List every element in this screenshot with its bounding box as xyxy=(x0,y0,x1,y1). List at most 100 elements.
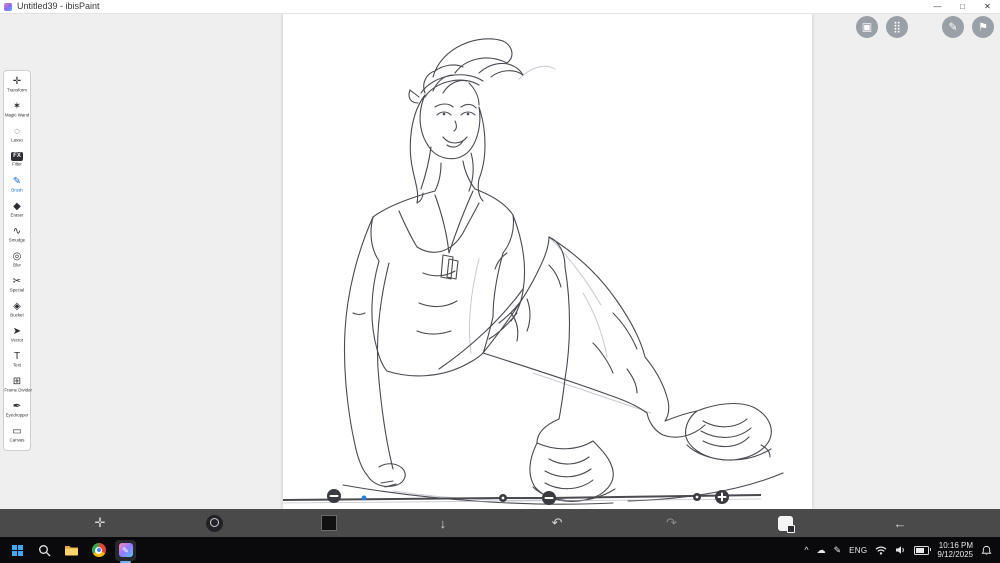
tool-label: Special xyxy=(9,287,25,293)
tool-filter[interactable]: FX Filter xyxy=(4,148,30,173)
tool-magic-wand[interactable]: ✶ Magic Wand xyxy=(4,98,30,123)
ruler-overlay xyxy=(283,489,762,505)
tool-smudge[interactable]: ∿ Smudge xyxy=(4,223,30,248)
color-flag-icon: ⚑ xyxy=(978,21,988,33)
ruler-handle-minus-left[interactable] xyxy=(327,489,341,503)
layers-button[interactable] xyxy=(772,509,800,537)
tool-canvas[interactable]: ▭ Canvas xyxy=(4,423,30,448)
move-tool-button[interactable]: ✛ xyxy=(86,509,114,537)
wifi-icon[interactable] xyxy=(875,545,887,555)
redo-button[interactable]: ↷ xyxy=(657,509,685,537)
active-indicator xyxy=(120,560,131,563)
tool-panel: ✛ Transform ✶ Magic Wand ◌ Lasso FX Filt… xyxy=(3,70,32,451)
windows-logo-icon xyxy=(12,544,23,556)
pen-icon: ✎ xyxy=(948,21,958,33)
tool-bucket[interactable]: ◈ Bucket xyxy=(4,298,30,323)
grid-button[interactable]: ⣿ xyxy=(886,16,908,38)
tool-label: Frame Divider xyxy=(4,387,32,393)
language-indicator[interactable]: ENG xyxy=(849,546,867,555)
tool-label: Text xyxy=(12,362,22,368)
pen-tray-icon[interactable]: ✎ xyxy=(834,545,842,555)
ruler-handle-plus[interactable] xyxy=(715,490,729,504)
tool-transform[interactable]: ✛ Transform xyxy=(4,73,30,98)
taskbar-search-button[interactable] xyxy=(34,540,55,561)
pen-settings-button[interactable]: ✎ xyxy=(942,16,964,38)
smudge-icon: ∿ xyxy=(12,226,22,237)
text-icon: T xyxy=(13,351,21,362)
touch-mode-button[interactable] xyxy=(200,509,228,537)
undo-icon: ↶ xyxy=(551,515,563,530)
vector-icon: ➤ xyxy=(12,326,22,337)
tool-eraser[interactable]: ◆ Eraser xyxy=(4,198,30,223)
back-button[interactable]: ← xyxy=(886,509,914,537)
volume-icon[interactable] xyxy=(895,545,906,555)
ibispaint-icon: ✎ xyxy=(118,543,133,557)
window-title: Untitled39 - ibisPaint xyxy=(17,1,100,11)
tool-label: Brush xyxy=(11,187,23,193)
material-icon: ▣ xyxy=(861,21,873,33)
bucket-icon: ◈ xyxy=(13,301,21,312)
brush-icon: ✎ xyxy=(12,176,22,187)
hidden-icons-chevron[interactable]: ^ xyxy=(804,545,808,555)
tool-text[interactable]: T Text xyxy=(4,348,30,373)
taskbar-app-ibispaint[interactable]: ✎ xyxy=(115,539,136,563)
close-button[interactable]: ✕ xyxy=(975,0,1000,13)
tool-label: Filter xyxy=(12,161,22,167)
ruler-handle-dot-right[interactable] xyxy=(693,493,701,501)
minimize-button[interactable]: — xyxy=(925,0,950,13)
search-icon xyxy=(39,544,51,556)
ibispaint-app-icon xyxy=(4,2,12,11)
material-button[interactable]: ▣ xyxy=(856,16,878,38)
eraser-icon: ◆ xyxy=(13,201,21,212)
bottom-toolbar: ✛ ↓ ↶ ↷ ← xyxy=(0,509,1000,537)
tool-frame-divider[interactable]: ⊞ Frame Divider xyxy=(4,373,32,398)
tool-brush[interactable]: ✎ Brush xyxy=(4,173,30,198)
move-icon: ✛ xyxy=(94,515,106,530)
tray-date: 9/12/2025 xyxy=(937,550,973,559)
blur-icon: ◎ xyxy=(12,251,22,262)
browser-button[interactable] xyxy=(88,540,109,561)
tool-special[interactable]: ✂ Special xyxy=(4,273,30,298)
onedrive-cloud-icon[interactable]: ☁ xyxy=(817,545,826,555)
battery-icon[interactable] xyxy=(914,545,932,555)
undo-button[interactable]: ↶ xyxy=(543,509,571,537)
tool-eyedropper[interactable]: ✒ Eyedropper xyxy=(4,398,30,423)
redo-icon: ↷ xyxy=(665,515,677,530)
ruler-point-blue[interactable] xyxy=(361,495,367,501)
canvas-icon: ▭ xyxy=(12,426,22,437)
frame-divider-icon: ⊞ xyxy=(12,376,22,387)
down-arrow-icon: ↓ xyxy=(439,515,447,531)
window-titlebar: Untitled39 - ibisPaint — □ ✕ xyxy=(0,0,1000,14)
back-arrow-icon: ← xyxy=(893,515,907,531)
tool-label: Vector xyxy=(10,337,24,343)
windows-taskbar: ✎ ^ ☁ ✎ ENG 10:16 PM 9/12/2025 xyxy=(0,537,1000,563)
tool-label: Smudge xyxy=(8,237,26,243)
tool-label: Blur xyxy=(13,262,21,268)
notification-bell-icon[interactable] xyxy=(981,545,992,556)
tool-label: Canvas xyxy=(9,437,25,443)
file-explorer-button[interactable] xyxy=(61,540,82,561)
tool-blur[interactable]: ◎ Blur xyxy=(4,248,30,273)
drawing-canvas[interactable] xyxy=(283,13,812,509)
taskbar-clock[interactable]: 10:16 PM 9/12/2025 xyxy=(937,541,973,559)
tray-time: 10:16 PM xyxy=(938,541,973,550)
ruler-handle-minus-right[interactable] xyxy=(542,491,556,505)
tool-vector[interactable]: ➤ Vector xyxy=(4,323,30,348)
maximize-button[interactable]: □ xyxy=(950,0,975,13)
filter-icon: FX xyxy=(11,152,23,161)
system-tray: ^ ☁ ✎ ENG 10:16 PM 9/12/2025 xyxy=(804,541,992,559)
lasso-icon: ◌ xyxy=(14,126,20,137)
touch-icon xyxy=(205,514,223,532)
layers-icon xyxy=(778,515,796,533)
color-swatch-button[interactable] xyxy=(315,509,343,537)
start-button[interactable] xyxy=(7,540,28,561)
eyedropper-icon: ✒ xyxy=(12,401,22,412)
ruler-handle-dot-left[interactable] xyxy=(499,494,507,502)
special-icon: ✂ xyxy=(12,276,22,287)
color-button[interactable]: ⚑ xyxy=(972,16,994,38)
tool-label: Eyedropper xyxy=(5,412,29,418)
tool-property-button[interactable]: ↓ xyxy=(429,509,457,537)
tool-label: Lasso xyxy=(11,137,23,143)
tool-lasso[interactable]: ◌ Lasso xyxy=(4,123,30,148)
tool-label: Bucket xyxy=(10,312,24,318)
